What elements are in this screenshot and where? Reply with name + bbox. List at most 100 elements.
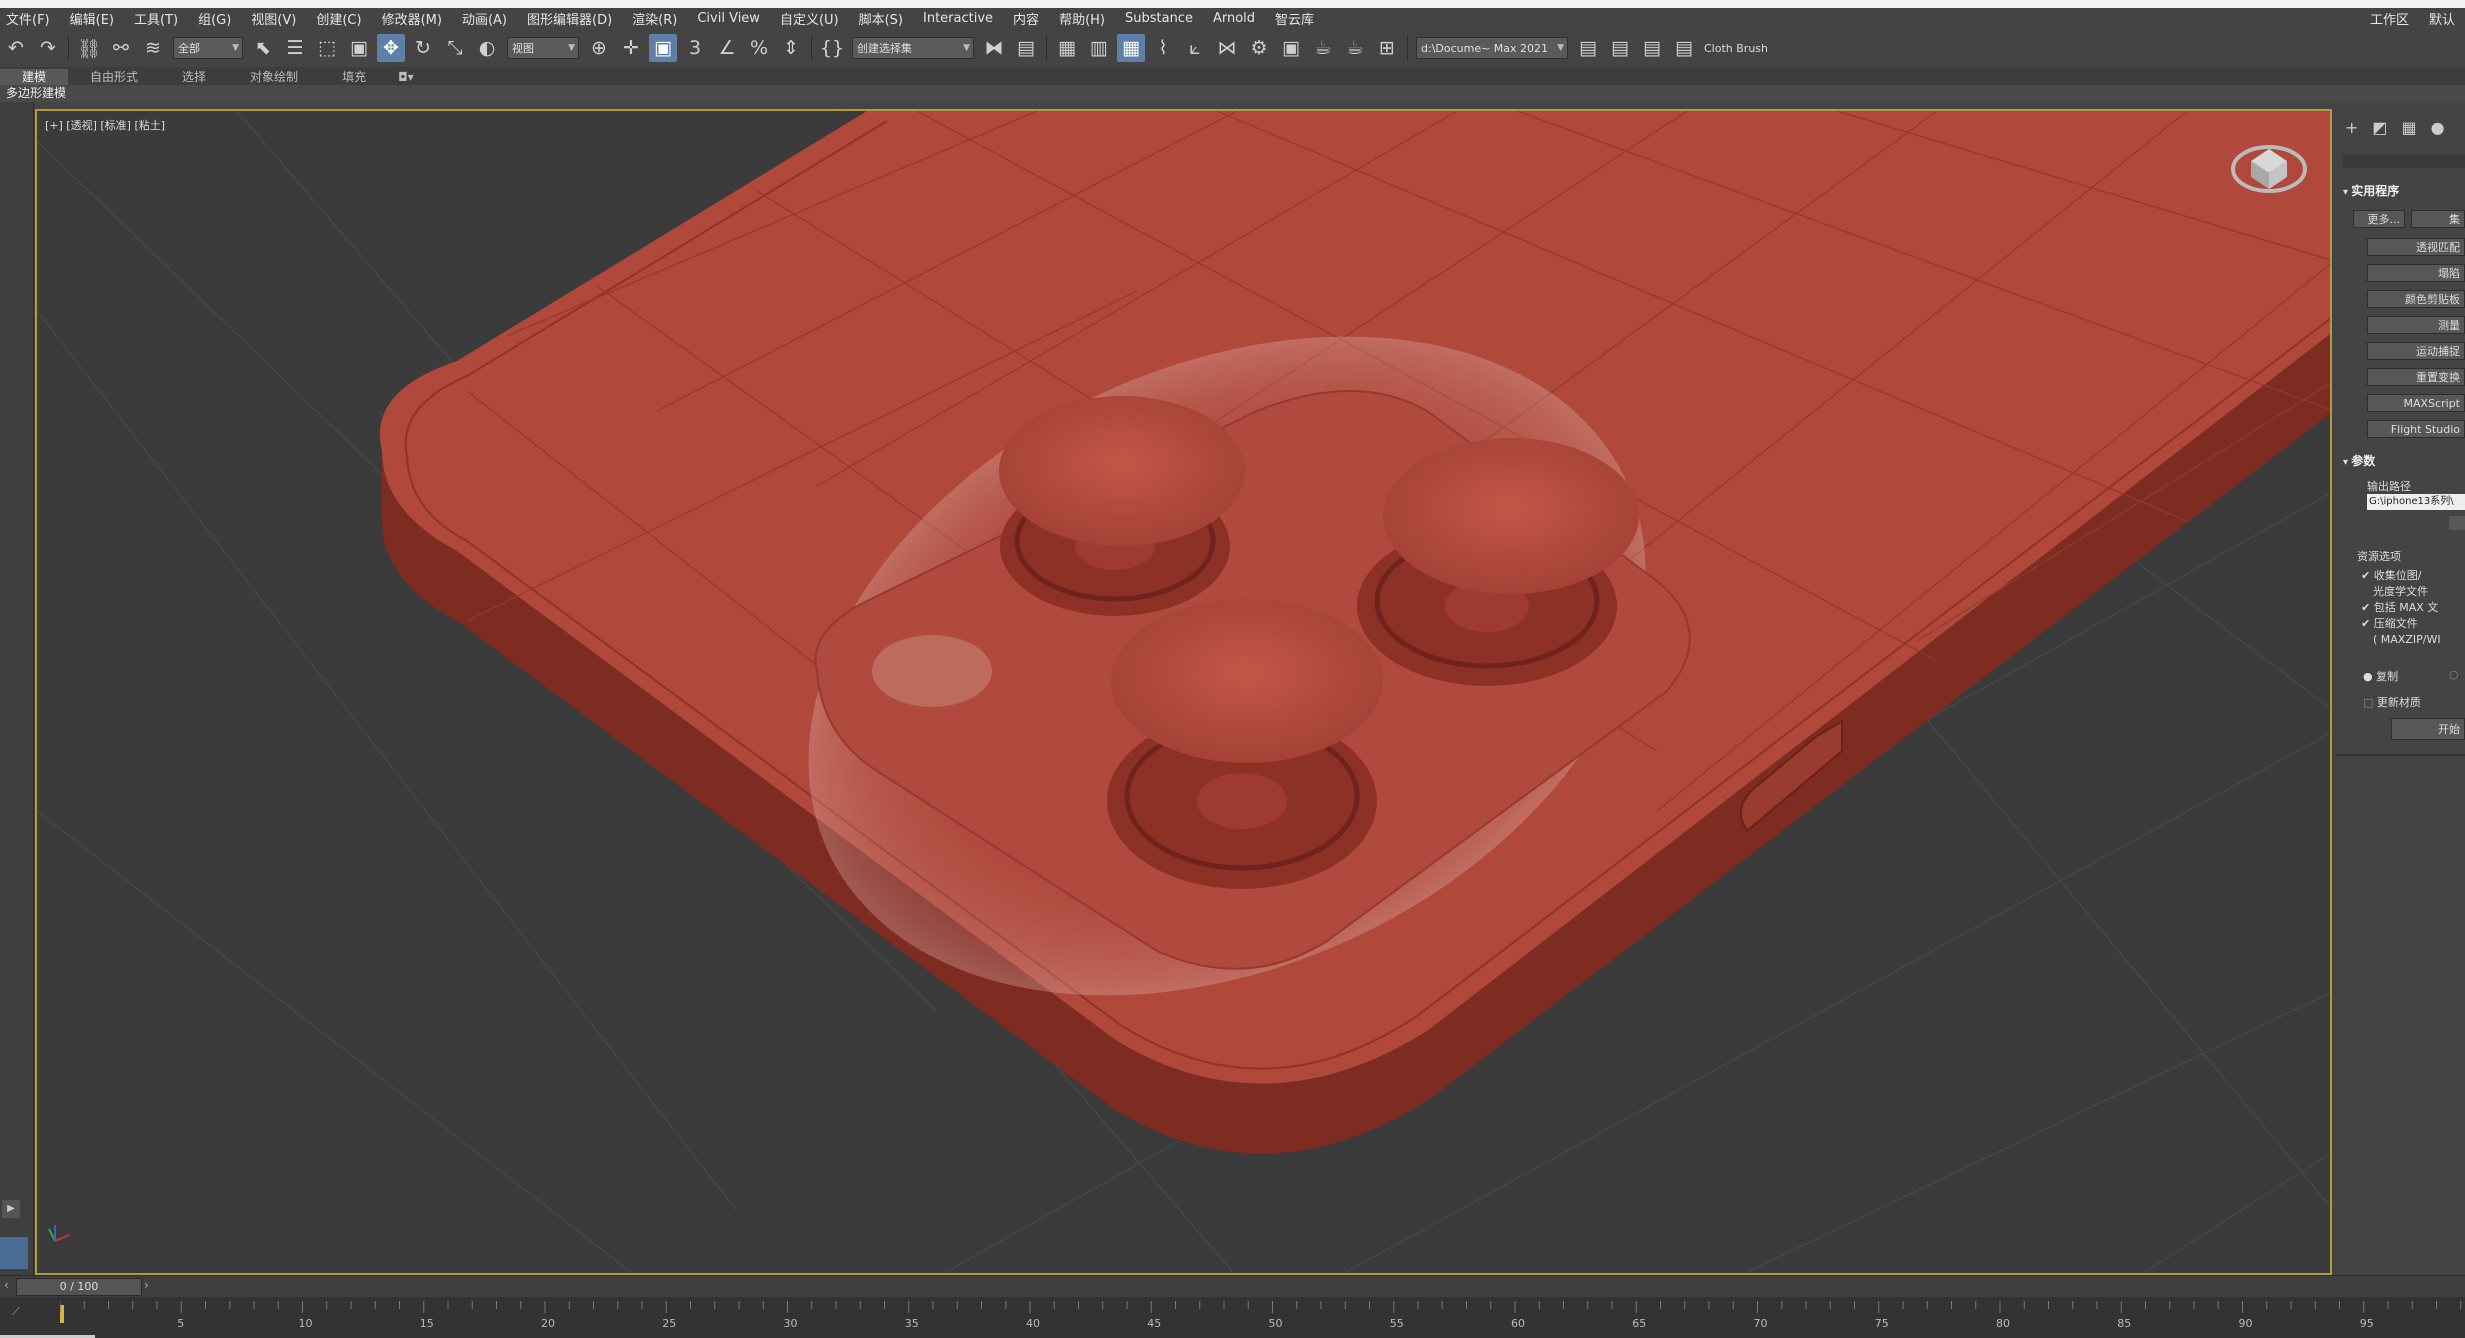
tab-selection[interactable]: 选择 <box>160 69 228 85</box>
render-production-icon[interactable]: ☕ <box>1309 34 1337 62</box>
undo-icon[interactable]: ↶ <box>2 34 30 62</box>
menu-rendering[interactable]: 渲染(R) <box>626 9 691 28</box>
named-selection-dropdown[interactable]: 创建选择集 ▼ <box>852 37 974 59</box>
track-bar[interactable]: ⟋ 5 10 15 20 25 30 35 40 45 50 55 60 65 70 75 80 85 90 95 <box>0 1297 2465 1338</box>
project-settings-icon[interactable]: ▤ <box>1670 34 1698 62</box>
reference-coord-dropdown[interactable]: 视图 ▼ <box>507 37 579 59</box>
poly-modeling-label[interactable]: 多边形建模 <box>0 86 66 100</box>
viewport-label[interactable]: [+] [透视] [标准] [粘土] <box>45 117 165 133</box>
motion-capture-button[interactable]: 运动捕捉 <box>2367 342 2465 360</box>
redo-icon[interactable]: ↷ <box>34 34 62 62</box>
reset-xform-button[interactable]: 重置变换 <box>2367 368 2465 386</box>
render-setup-icon[interactable]: ⚙ <box>1245 34 1273 62</box>
menu-scripting[interactable]: 脚本(S) <box>853 9 917 28</box>
keyboard-shortcut-toggle-icon[interactable]: ▣ <box>649 34 677 62</box>
tab-object-paint[interactable]: 对象绘制 <box>228 69 320 85</box>
time-slider-thumb[interactable]: 0 / 100 <box>16 1278 142 1296</box>
tab-modeling[interactable]: 建模 <box>0 69 69 85</box>
snaps-toggle-icon[interactable]: 3 <box>681 34 709 62</box>
select-object-icon[interactable]: ⬉ <box>249 34 277 62</box>
schematic-view-icon[interactable]: ⟀ <box>1181 34 1209 62</box>
menu-animation[interactable]: 动画(A) <box>456 9 521 28</box>
scale-icon[interactable]: ⤡ <box>441 34 469 62</box>
menu-interactive[interactable]: Interactive <box>917 11 1007 26</box>
render-frame-icon[interactable]: ▣ <box>1277 34 1305 62</box>
perspective-match-button[interactable]: 透视匹配 <box>2367 238 2465 256</box>
pivot-center-icon[interactable]: ⊕ <box>585 34 613 62</box>
track-bar-toggle-icon[interactable]: ⟋ <box>12 1305 20 1319</box>
perspective-viewport[interactable]: [+] [透视] [标准] [粘土] <box>35 109 2332 1275</box>
utilities-tab-icon[interactable]: ● <box>2431 118 2445 137</box>
project-folder-dropdown[interactable]: d:\Docume~ Max 2021 ▼ <box>1416 37 1568 59</box>
align-icon[interactable]: ▤ <box>1012 34 1040 62</box>
measure-button[interactable]: 测量 <box>2367 316 2465 334</box>
menu-tools[interactable]: 工具(T) <box>128 9 192 28</box>
browse-button[interactable] <box>2449 516 2465 530</box>
utilities-header[interactable]: ▾ 实用程序 <box>2343 182 2399 199</box>
menu-help[interactable]: 帮助(H) <box>1053 9 1119 28</box>
unlink-icon[interactable]: ⚯ <box>107 34 135 62</box>
layer-explorer-icon[interactable]: ▦ <box>1053 34 1081 62</box>
rotate-icon[interactable]: ↻ <box>409 34 437 62</box>
toggle-ribbon-icon[interactable]: ▥ <box>1085 34 1113 62</box>
sets-button[interactable]: 集 <box>2411 210 2465 228</box>
move-radio-icon[interactable]: ○ <box>2449 668 2459 681</box>
menu-customize[interactable]: 自定义(U) <box>774 9 853 28</box>
hierarchy-tab-icon[interactable]: ▦ <box>2402 118 2417 137</box>
selection-filter-dropdown[interactable]: 全部 ▼ <box>173 37 243 59</box>
link-icon[interactable]: ⛓ <box>75 34 103 62</box>
viewport-layout-tab[interactable] <box>0 1237 28 1269</box>
percent-snap-icon[interactable]: % <box>745 34 773 62</box>
include-max-checkbox[interactable]: ✔ 包括 MAX 文 <box>2361 600 2441 616</box>
create-tab-icon[interactable]: + <box>2345 118 2358 137</box>
menu-substance[interactable]: Substance <box>1119 11 1207 26</box>
menu-graph-editors[interactable]: 图形编辑器(D) <box>521 9 626 28</box>
bind-spacewarp-icon[interactable]: ≋ <box>139 34 167 62</box>
menu-file[interactable]: 文件(F) <box>0 9 64 28</box>
compress-files-checkbox[interactable]: ✔ 压缩文件 <box>2361 616 2441 632</box>
collapse-button[interactable]: 塌陷 <box>2367 264 2465 282</box>
menu-civil-view[interactable]: Civil View <box>691 11 774 26</box>
ribbon-options-icon[interactable]: ◘▾ <box>388 69 424 85</box>
copy-radio[interactable]: ● 复制 <box>2363 668 2398 684</box>
place-icon[interactable]: ◐ <box>473 34 501 62</box>
spinner-snap-icon[interactable]: ⇕ <box>777 34 805 62</box>
render-iterative-icon[interactable]: ☕ <box>1341 34 1369 62</box>
curve-editor-icon[interactable]: ⌇ <box>1149 34 1177 62</box>
edit-named-selection-icon[interactable]: {} <box>818 34 846 62</box>
material-editor-icon[interactable]: ⋈ <box>1213 34 1241 62</box>
menu-zhiyunku[interactable]: 智云库 <box>1269 9 1328 28</box>
workspace-dropdown[interactable]: 默认 <box>2419 9 2465 28</box>
modify-tab-icon[interactable]: ◩ <box>2372 118 2387 137</box>
expand-arrow-icon[interactable]: ▶ <box>2 1200 20 1218</box>
angle-snap-icon[interactable]: ∠ <box>713 34 741 62</box>
menu-views[interactable]: 视图(V) <box>245 9 310 28</box>
tab-populate[interactable]: 填充 <box>320 69 388 85</box>
menu-create[interactable]: 创建(C) <box>310 9 375 28</box>
output-path-field[interactable]: G:\iphone13系列\ <box>2367 494 2465 510</box>
project-create-icon[interactable]: ▤ <box>1606 34 1634 62</box>
menu-edit[interactable]: 编辑(E) <box>64 9 128 28</box>
project-open-icon[interactable]: ▤ <box>1574 34 1602 62</box>
move-icon[interactable]: ✥ <box>377 34 405 62</box>
time-slider[interactable]: ‹ 0 / 100 › <box>0 1275 2465 1298</box>
rect-selection-icon[interactable]: ⬚ <box>313 34 341 62</box>
menu-modifiers[interactable]: 修改器(M) <box>376 9 456 28</box>
update-materials-checkbox[interactable]: □ 更新材质 <box>2363 694 2421 710</box>
select-by-name-icon[interactable]: ☰ <box>281 34 309 62</box>
cloth-brush-label[interactable]: Cloth Brush <box>1704 42 1768 55</box>
params-header[interactable]: ▾ 参数 <box>2343 452 2375 469</box>
collect-bitmaps-checkbox[interactable]: ✔ 收集位图/ <box>2361 568 2441 584</box>
tab-freeform[interactable]: 自由形式 <box>68 69 160 85</box>
maxscript-button[interactable]: MAXScript <box>2367 394 2465 412</box>
next-frame-icon[interactable]: › <box>144 1278 149 1292</box>
render-cloud-icon[interactable]: ⊞ <box>1373 34 1401 62</box>
mirror-icon[interactable]: ⧓ <box>980 34 1008 62</box>
menu-content[interactable]: 内容 <box>1007 9 1053 28</box>
start-button[interactable]: 开始 <box>2391 718 2465 740</box>
color-clipboard-button[interactable]: 颜色剪贴板 <box>2367 290 2465 308</box>
select-manipulate-icon[interactable]: ✛ <box>617 34 645 62</box>
menu-arnold[interactable]: Arnold <box>1207 11 1269 26</box>
window-crossing-icon[interactable]: ▣ <box>345 34 373 62</box>
flight-studio-button[interactable]: Flight Studio <box>2367 420 2465 438</box>
